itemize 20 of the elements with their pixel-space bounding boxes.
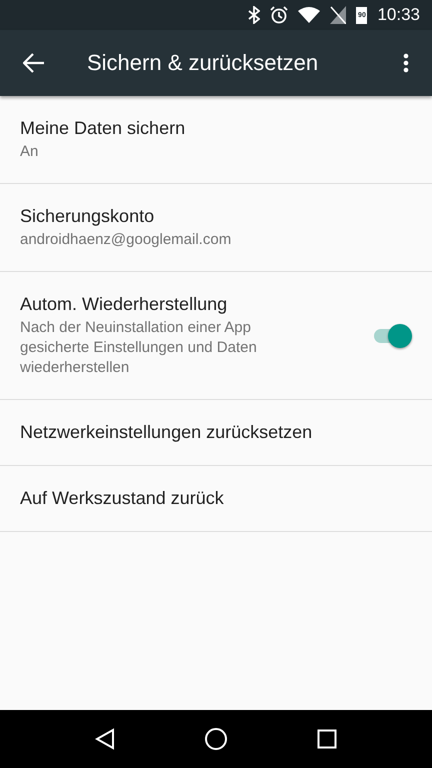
setting-title: Autom. Wiederherstellung [20, 294, 228, 314]
bluetooth-icon [248, 6, 260, 24]
home-circle-icon [204, 727, 228, 751]
more-options-icon [403, 53, 409, 73]
toggle-switch[interactable] [372, 324, 412, 348]
alarm-icon [270, 6, 288, 24]
setting-summary: An [20, 142, 40, 162]
recents-square-icon [316, 729, 337, 749]
back-triangle-icon [95, 728, 116, 750]
setting-summary: Nach der Neuinstallation einer App gesicherte Einstellungen und Daten wiederherstellen [20, 318, 258, 378]
screen-title: Sichern & zurücksetzen [87, 50, 320, 76]
back-arrow-icon [23, 53, 45, 73]
clock-time: 10:33 [377, 5, 420, 25]
setting-summary: androidhaenz@googlemail.com [20, 230, 232, 250]
no-signal-icon [330, 6, 346, 24]
setting-title: Auf Werkszustand zurück [20, 488, 225, 509]
setting-title: Sicherungskonto [20, 206, 156, 226]
setting-title: Meine Daten sichern [20, 118, 186, 138]
wifi-icon [298, 7, 320, 23]
setting-title: Netzwerkeinstellungen zurücksetzen [20, 422, 314, 443]
